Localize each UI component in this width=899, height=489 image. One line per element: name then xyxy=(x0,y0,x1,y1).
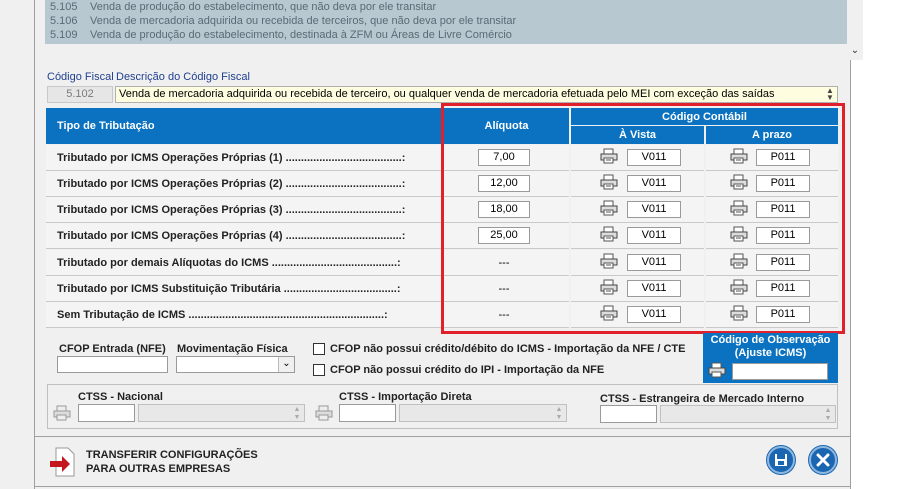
cfop-desc: Venda de produção do estabelecimento, de… xyxy=(90,29,512,41)
row-label: Sem Tributação de ICMS .................… xyxy=(57,309,388,321)
left-border xyxy=(34,0,35,489)
observation-code-panel: Código de Observação (Ajuste ICMS) xyxy=(703,333,838,383)
cfop-list-items: 5.105 Venda de produção do estabelecimen… xyxy=(45,0,863,44)
printer-icon[interactable] xyxy=(708,362,726,378)
scroll-arrows-icon[interactable]: ▲ ▼ xyxy=(823,87,837,102)
highlight-box xyxy=(441,103,845,334)
table-row: Tributado por ICMS Operações Próprias (2… xyxy=(46,171,442,197)
cfop-entrada-input[interactable] xyxy=(57,356,168,373)
ctss-importacao-code-input[interactable] xyxy=(339,404,396,422)
cfop-list[interactable]: 5.105 Venda de produção do estabelecimen… xyxy=(37,0,863,60)
ctss-importacao-desc-field: ▲ ▼ xyxy=(399,404,567,422)
observation-code-input[interactable] xyxy=(732,363,828,380)
transfer-line-1[interactable]: TRANSFERIR CONFIGURAÇÕES xyxy=(86,449,258,461)
check-ipi-credit[interactable] xyxy=(313,364,325,376)
spin-arrows-icon: ▲ ▼ xyxy=(555,406,563,421)
mov-fisica-select[interactable]: ⌄ xyxy=(176,356,295,373)
save-icon xyxy=(775,454,787,466)
check-ipi-credit-label: CFOP não possui crédito do IPI - Importa… xyxy=(330,364,605,376)
table-row: Tributado por ICMS Substituição Tributár… xyxy=(46,276,442,302)
row-label: Tributado por ICMS Operações Próprias (3… xyxy=(57,204,406,216)
check-icms-credit[interactable] xyxy=(313,343,325,355)
ctss-estrangeira-label: CTSS - Estrangeira de Mercado Interno xyxy=(600,393,805,405)
fiscal-desc-field[interactable]: Venda de mercadoria adquirida ou recebid… xyxy=(115,86,838,103)
fiscal-desc-label: Descrição do Código Fiscal xyxy=(116,71,250,83)
transfer-arrow-icon[interactable] xyxy=(48,446,76,478)
table-row: Tributado por ICMS Operações Próprias (3… xyxy=(46,197,442,223)
spin-arrows-icon: ▲ ▼ xyxy=(293,406,301,421)
close-icon xyxy=(816,453,830,467)
close-button[interactable] xyxy=(809,446,837,474)
observation-title: Código de Observação (Ajuste ICMS) xyxy=(710,334,831,359)
chevron-down-icon[interactable]: ⌄ xyxy=(278,357,294,372)
fiscal-code-label: Código Fiscal xyxy=(47,71,114,83)
row-label: Tributado por demais Alíquotas do ICMS .… xyxy=(57,257,401,269)
ctss-nacional-label: CTSS - Nacional xyxy=(78,391,163,403)
ctss-estrangeira-desc-field: ▲ ▼ xyxy=(660,405,836,423)
fiscal-desc-text: Venda de mercadoria adquirida ou recebid… xyxy=(119,88,775,100)
cfop-desc: Venda de mercadoria adquirida ou recebid… xyxy=(90,15,517,27)
table-row: Tributado por ICMS Operações Próprias (1… xyxy=(46,145,442,171)
chevron-down-icon[interactable]: ⌄ xyxy=(847,44,863,58)
transfer-line-2[interactable]: PARA OUTRAS EMPRESAS xyxy=(86,463,230,475)
footer-bottom-line xyxy=(35,486,850,487)
printer-icon[interactable] xyxy=(315,405,333,421)
save-button[interactable] xyxy=(767,446,795,474)
row-label: Tributado por ICMS Operações Próprias (2… xyxy=(57,178,406,190)
cfop-desc: Venda de produção do estabelecimento, qu… xyxy=(90,1,437,13)
row-label: Tributado por ICMS Operações Próprias (1… xyxy=(57,152,406,164)
fiscal-code-field[interactable]: 5.102 xyxy=(47,86,113,103)
ctss-importacao-label: CTSS - Importação Direta xyxy=(339,391,472,403)
ctss-estrangeira-code-input[interactable] xyxy=(600,405,657,423)
ctss-nacional-desc-field: ▲ ▼ xyxy=(138,404,305,422)
table-row: Tributado por demais Alíquotas do ICMS .… xyxy=(46,250,442,276)
table-row: Sem Tributação de ICMS .................… xyxy=(46,302,442,328)
table-row: Tributado por ICMS Operações Próprias (4… xyxy=(46,223,442,249)
header-tipo-tributacao: Tipo de Tributação xyxy=(46,108,442,144)
mov-fisica-label: Movimentação Física xyxy=(177,343,288,355)
cfop-code: 5.105 xyxy=(50,1,78,13)
ctss-nacional-code-input[interactable] xyxy=(78,404,135,422)
cfop-code: 5.106 xyxy=(50,15,78,27)
cfop-entrada-label: CFOP Entrada (NFE) xyxy=(59,343,166,355)
right-blank-panel xyxy=(851,0,899,489)
cfop-code: 5.109 xyxy=(50,29,78,41)
spin-arrows-icon: ▲ ▼ xyxy=(824,407,832,422)
printer-icon[interactable] xyxy=(53,405,71,421)
check-icms-credit-label: CFOP não possui crédito/débito do ICMS -… xyxy=(330,343,686,355)
row-label: Tributado por ICMS Operações Próprias (4… xyxy=(57,230,406,242)
footer-divider xyxy=(35,436,850,437)
row-label: Tributado por ICMS Substituição Tributár… xyxy=(57,283,401,295)
